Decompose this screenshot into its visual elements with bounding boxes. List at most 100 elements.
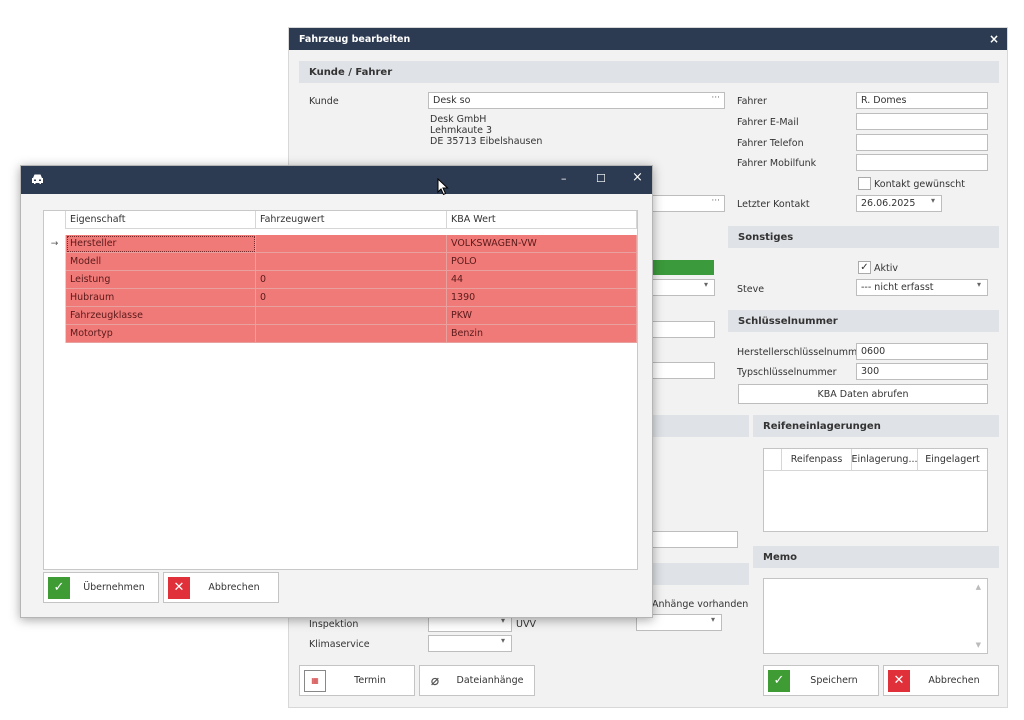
letzter-kontakt-label: Letzter Kontakt (737, 199, 810, 210)
letzter-kontakt-date[interactable]: 26.06.2025 ▾ (856, 195, 942, 212)
cell-fahrzeugwert[interactable]: 0 (256, 289, 447, 307)
cell-fahrzeugwert[interactable] (256, 307, 447, 325)
window-title: Fahrzeug bearbeiten (299, 33, 411, 45)
status-bar (649, 260, 714, 275)
cell-fahrzeugwert[interactable]: 0 (256, 271, 447, 289)
table-row[interactable]: → Hersteller VOLKSWAGEN-VW (44, 235, 637, 253)
table-row[interactable]: Modell POLO (44, 253, 637, 271)
dialog-titlebar: – ☐ × (21, 166, 652, 194)
hidden-field[interactable] (644, 321, 715, 338)
cell-eigenschaft[interactable]: Hubraum (66, 289, 256, 307)
kba-grid: Eigenschaft Fahrzeugwert KBA Wert → Hers… (43, 210, 638, 570)
tsn-label: Typschlüsselnummer (737, 367, 837, 378)
table-row[interactable]: Hubraum 0 1390 (44, 289, 637, 307)
termin-button[interactable]: ▦ Termin (299, 665, 415, 696)
section-left-hidden (651, 563, 749, 585)
cell-kba-wert[interactable]: 1390 (447, 289, 637, 307)
memo-textarea[interactable]: ▲ ▼ (763, 578, 988, 654)
col-header-kba-wert[interactable]: KBA Wert (447, 211, 637, 229)
cell-kba-wert[interactable]: POLO (447, 253, 637, 271)
klimaservice-label: Klimaservice (309, 639, 370, 650)
address-line-2: Lehmkaute 3 (430, 125, 493, 136)
section-schluesselnummer: Schlüsselnummer (728, 310, 999, 332)
aktiv-label: Aktiv (874, 263, 898, 274)
reifen-table: Reifenpass Einlagerung... Eingelagert (763, 448, 988, 532)
hidden-field[interactable] (644, 362, 715, 379)
cell-kba-wert[interactable]: 44 (447, 271, 637, 289)
cell-fahrzeugwert[interactable] (256, 325, 447, 343)
inspektion-label: Inspektion (309, 619, 359, 630)
cell-eigenschaft[interactable]: Motortyp (66, 325, 256, 343)
mobil-label: Fahrer Mobilfunk (737, 158, 817, 169)
chevron-down-icon: ▾ (976, 280, 981, 289)
mobil-field[interactable] (856, 154, 988, 171)
dateianhaenge-button[interactable]: ⌀ Dateianhänge (419, 665, 535, 696)
col-header-eigenschaft[interactable]: Eigenschaft (66, 211, 256, 229)
section-memo: Memo (753, 546, 999, 568)
dialog-abbrechen-button[interactable]: ✕ Abbrechen (163, 572, 279, 603)
minimize-icon[interactable]: – (561, 172, 567, 185)
address-line-3: DE 35713 Eibelshausen (430, 136, 543, 147)
uvv-label: UVV (516, 619, 536, 630)
telefon-label: Fahrer Telefon (737, 138, 804, 149)
car-icon (31, 173, 44, 186)
cell-eigenschaft[interactable]: Hersteller (66, 235, 256, 253)
cell-eigenschaft[interactable]: Leistung (66, 271, 256, 289)
kontakt-label: Kontakt gewünscht (874, 179, 965, 190)
fahrer-field[interactable]: R. Domes (856, 92, 988, 109)
col-header-fahrzeugwert[interactable]: Fahrzeugwert (256, 211, 447, 229)
reifen-col-header[interactable]: Einlagerung... (851, 449, 918, 470)
klimaservice-select[interactable]: ▾ (428, 635, 512, 652)
close-icon[interactable]: × (632, 170, 643, 185)
kba-compare-dialog: – ☐ × Eigenschaft Fahrzeugwert KBA Wert … (20, 165, 653, 618)
mouse-cursor-icon (437, 178, 449, 196)
cell-kba-wert[interactable]: PKW (447, 307, 637, 325)
scroll-down-icon[interactable]: ▼ (976, 641, 981, 649)
section-left-hidden (651, 415, 749, 437)
table-row[interactable]: Fahrzeugklasse PKW (44, 307, 637, 325)
speichern-button[interactable]: ✓ Speichern (763, 665, 879, 696)
hidden-select[interactable]: ▾ (644, 279, 715, 296)
x-icon: ✕ (888, 669, 910, 692)
steve-label: Steve (737, 284, 765, 295)
cell-fahrzeugwert[interactable] (256, 235, 447, 253)
maximize-icon[interactable]: ☐ (596, 172, 606, 185)
cell-kba-wert[interactable]: Benzin (447, 325, 637, 343)
cell-fahrzeugwert[interactable] (256, 253, 447, 271)
section-kunde-fahrer: Kunde / Fahrer (299, 61, 999, 83)
more-icon[interactable]: ··· (711, 93, 720, 103)
chevron-down-icon: ▾ (710, 615, 715, 624)
kontakt-checkbox[interactable] (858, 177, 871, 190)
abbrechen-button[interactable]: ✕ Abbrechen (883, 665, 999, 696)
x-icon: ✕ (168, 576, 190, 599)
check-icon: ✓ (768, 669, 790, 692)
steve-select[interactable]: --- nicht erfasst ▾ (856, 279, 988, 296)
kba-button[interactable]: KBA Daten abrufen (738, 384, 988, 404)
kunde-field[interactable]: Desk so ··· (428, 92, 725, 109)
cell-eigenschaft[interactable]: Fahrzeugklasse (66, 307, 256, 325)
chevron-down-icon: ▾ (930, 196, 935, 205)
cell-kba-wert[interactable]: VOLKSWAGEN-VW (447, 235, 637, 253)
hidden-field[interactable]: ··· (644, 195, 725, 212)
reifen-col-header[interactable]: Reifenpass (782, 449, 852, 470)
cell-eigenschaft[interactable]: Modell (66, 253, 256, 271)
tsn-field[interactable]: 300 (856, 363, 988, 380)
more-icon[interactable]: ··· (711, 196, 720, 206)
hsn-label: Herstellerschlüsselnummer (737, 347, 867, 358)
section-sonstiges: Sonstiges (728, 226, 999, 248)
fahrer-label: Fahrer (737, 96, 767, 107)
hidden-field[interactable] (644, 531, 738, 548)
reifen-col-header[interactable]: Eingelagert (918, 449, 987, 470)
hsn-field[interactable]: 0600 (856, 343, 988, 360)
email-label: Fahrer E-Mail (737, 117, 799, 128)
section-reifeneinlagerungen: Reifeneinlagerungen (753, 415, 999, 437)
address-line-1: Desk GmbH (430, 114, 487, 125)
uebernehmen-button[interactable]: ✓ Übernehmen (43, 572, 159, 603)
scroll-up-icon[interactable]: ▲ (976, 583, 981, 591)
table-row[interactable]: Motortyp Benzin (44, 325, 637, 343)
telefon-field[interactable] (856, 134, 988, 151)
email-field[interactable] (856, 113, 988, 130)
aktiv-checkbox[interactable]: ✓ (858, 261, 871, 274)
table-row[interactable]: Leistung 0 44 (44, 271, 637, 289)
close-icon[interactable]: × (989, 32, 999, 46)
